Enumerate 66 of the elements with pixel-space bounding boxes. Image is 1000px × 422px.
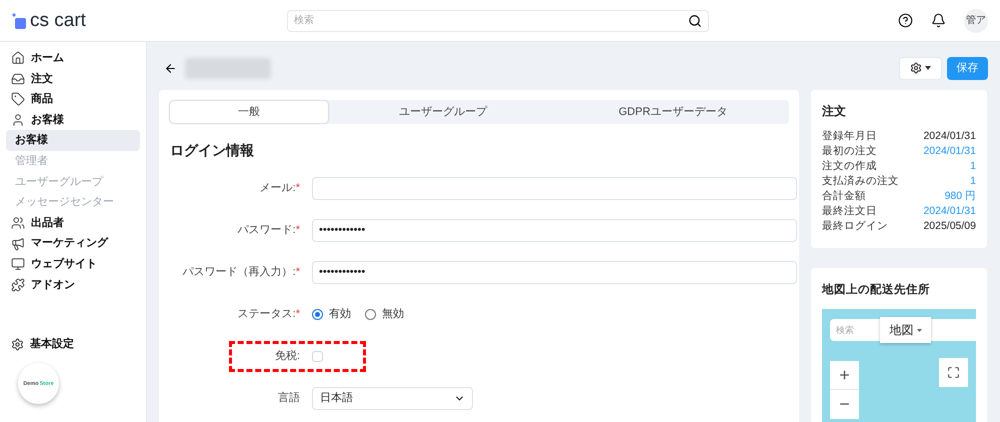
- field-label: 免税:: [274, 348, 300, 364]
- text-field[interactable]: ••••••••••••: [312, 218, 797, 242]
- zoom-out-button[interactable]: −: [830, 390, 859, 420]
- sidebar-item[interactable]: お客様: [6, 110, 140, 130]
- caret-icon: [916, 328, 922, 332]
- field-label: ステータス:*: [236, 306, 300, 322]
- inbox-icon: [11, 72, 25, 86]
- field-label: 言語: [277, 390, 300, 406]
- logo-icon: [12, 12, 26, 28]
- users-icon: [11, 216, 25, 230]
- home-icon: [11, 51, 25, 66]
- card-title: 地図上の配送先住所: [822, 282, 931, 298]
- stat-label: 最終ログイン: [822, 218, 888, 234]
- field-label: メール:*: [258, 180, 300, 196]
- logo-text: cs cart: [30, 11, 86, 30]
- sidebar-item[interactable]: 基本設定: [6, 334, 140, 354]
- megaphone-icon: [11, 236, 25, 251]
- stat-label: 最初の注文: [822, 144, 877, 159]
- sidebar-item[interactable]: ホーム: [6, 48, 140, 69]
- stat-label: 最終注文日: [822, 204, 877, 219]
- field-label: パスワード:*: [236, 222, 300, 238]
- user-icon: [11, 113, 25, 128]
- radio-label: 有効: [329, 306, 351, 322]
- tab[interactable]: ユーザーグループ: [328, 101, 558, 123]
- stat-label: 支払済みの注文: [822, 174, 899, 189]
- monitor-icon: [11, 257, 25, 272]
- text-field[interactable]: [312, 176, 797, 200]
- sidebar-item[interactable]: お客様: [6, 130, 140, 151]
- stat-label: 合計金額: [822, 188, 866, 204]
- gear-icon: [910, 62, 922, 74]
- fullscreen-icon: [947, 366, 960, 380]
- back-arrow-icon[interactable]: [164, 62, 177, 74]
- section-title: ログイン情報: [170, 141, 255, 160]
- tab[interactable]: GDPRユーザーデータ: [558, 101, 788, 123]
- sidebar-item[interactable]: 出品者: [6, 212, 140, 234]
- sidebar-item[interactable]: マーケティング: [6, 233, 140, 254]
- language-select[interactable]: 日本語: [312, 386, 473, 410]
- map-type-button[interactable]: 地図: [880, 317, 931, 344]
- fullscreen-button[interactable]: [939, 358, 968, 388]
- settings-menu-button[interactable]: [899, 56, 942, 80]
- field-label: パスワード（再入力）:*: [182, 264, 300, 280]
- text-field[interactable]: ••••••••••••: [312, 260, 797, 284]
- radio-label: 無効: [382, 306, 404, 322]
- settings-icon: [11, 338, 24, 351]
- bell-icon[interactable]: [931, 13, 946, 28]
- tag-icon: [11, 92, 25, 106]
- checkbox[interactable]: [312, 350, 323, 362]
- sidebar-item[interactable]: 注文: [6, 68, 140, 90]
- radio-button[interactable]: [312, 308, 323, 320]
- card-title: 注文: [822, 103, 847, 120]
- sidebar-item[interactable]: ウェブサイト: [6, 254, 140, 275]
- sidebar-item[interactable]: アドオン: [6, 274, 140, 296]
- stat-value: 2024/01/31: [923, 128, 976, 144]
- map-search-bar: [931, 319, 976, 342]
- user-avatar[interactable]: 管ア: [964, 8, 988, 32]
- stat-value: 2025/05/09: [923, 218, 976, 234]
- puzzle-icon: [11, 278, 25, 292]
- zoom-in-button[interactable]: +: [830, 361, 859, 390]
- stat-label: 注文の作成: [822, 158, 877, 174]
- stat-label: 登録年月日: [822, 128, 877, 144]
- tab[interactable]: 一般: [170, 101, 328, 123]
- search-icon: [688, 14, 702, 28]
- radio-button[interactable]: [365, 308, 376, 320]
- sidebar-item[interactable]: 商品: [6, 89, 140, 110]
- help-icon[interactable]: [898, 13, 913, 28]
- caret-icon: [925, 66, 931, 70]
